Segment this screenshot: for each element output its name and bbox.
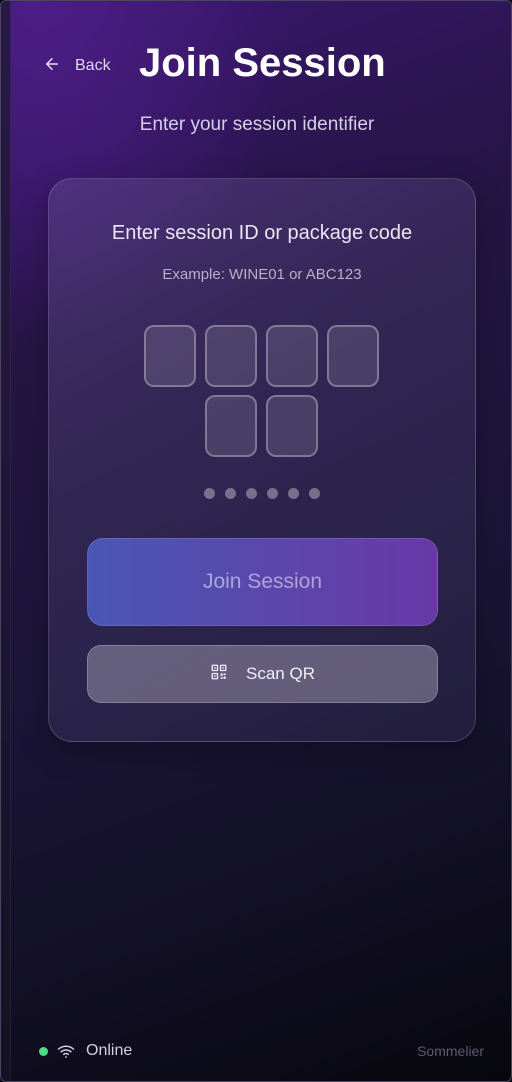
scan-qr-button[interactable]: Scan QR xyxy=(87,645,438,703)
card-hint: Example: WINE01 or ABC123 xyxy=(162,266,362,283)
progress-dots xyxy=(49,488,475,499)
page-title: Join Session xyxy=(139,41,386,85)
code-input-3[interactable] xyxy=(266,325,318,387)
back-label: Back xyxy=(75,57,111,74)
card-title: Enter session ID or package code xyxy=(111,222,413,244)
join-session-label: Join Session xyxy=(202,570,323,593)
progress-dot xyxy=(204,488,215,499)
code-input-1[interactable] xyxy=(144,325,196,387)
window-edge xyxy=(1,1,11,1081)
code-input-5[interactable] xyxy=(205,395,257,457)
page-subtitle: Enter your session identifier xyxy=(139,114,375,135)
back-button[interactable]: Back xyxy=(43,53,111,79)
status-text: Online xyxy=(86,1042,133,1059)
progress-dot xyxy=(246,488,257,499)
join-card: Enter session ID or package code Example… xyxy=(48,178,476,742)
header: Back Join Session Enter your session ide… xyxy=(1,1,511,151)
join-session-button[interactable]: Join Session xyxy=(87,538,438,626)
progress-dot xyxy=(225,488,236,499)
progress-dot xyxy=(267,488,278,499)
code-input-2[interactable] xyxy=(205,325,257,387)
app-window: Back Join Session Enter your session ide… xyxy=(0,0,512,1082)
scan-qr-label: Scan QR xyxy=(246,664,315,683)
footer: Online Sommelier xyxy=(1,1025,511,1081)
arrow-left-icon xyxy=(43,55,61,78)
progress-dot xyxy=(288,488,299,499)
qr-code-icon xyxy=(210,663,228,686)
progress-dot xyxy=(309,488,320,499)
wifi-icon xyxy=(57,1043,75,1059)
code-input-6[interactable] xyxy=(266,395,318,457)
connection-status: Online xyxy=(39,1042,132,1060)
brand-label: Sommelier xyxy=(417,1043,484,1059)
code-input-4[interactable] xyxy=(327,325,379,387)
status-indicator xyxy=(39,1046,48,1056)
